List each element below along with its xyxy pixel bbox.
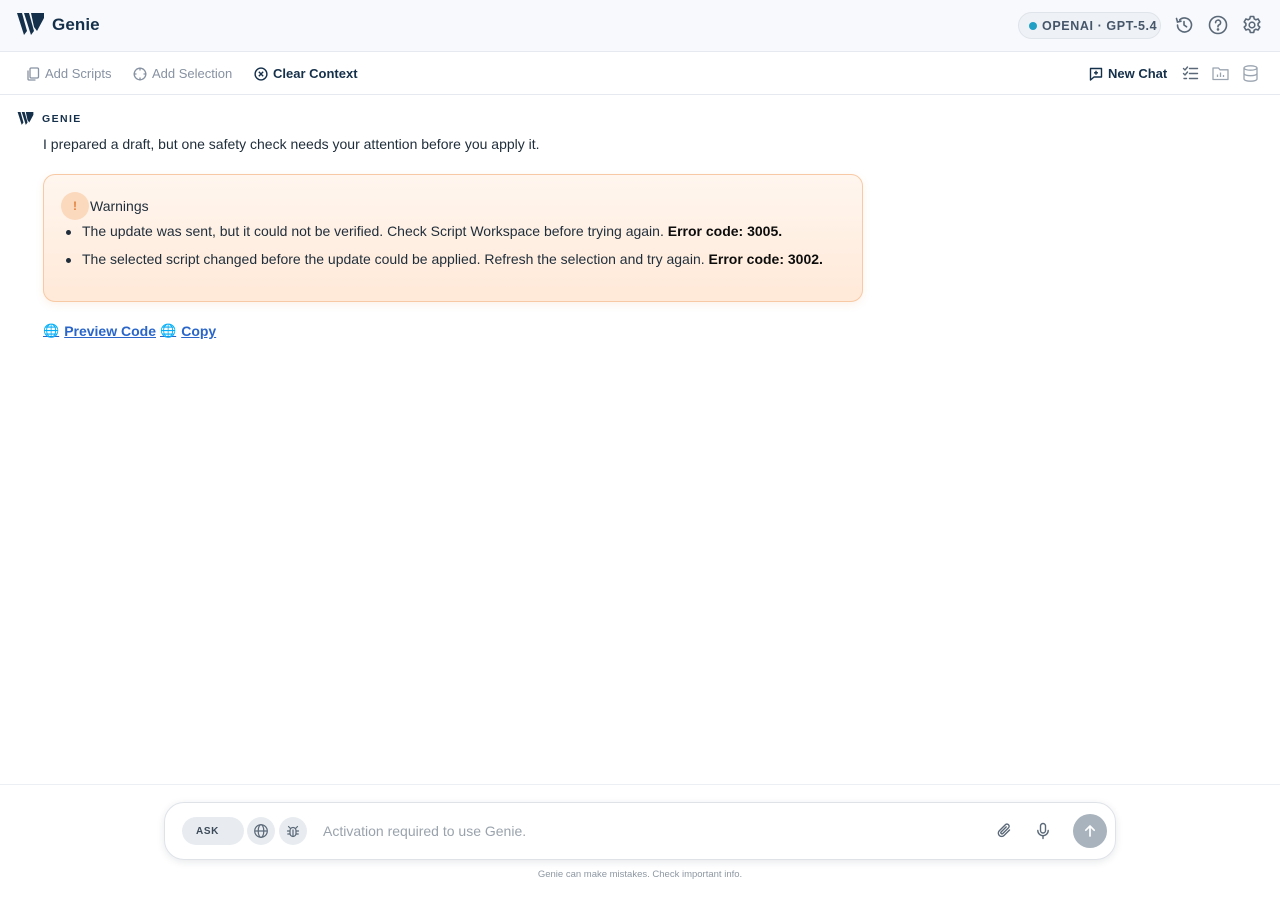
warning-item: The update was sent, but it could not be… <box>65 223 783 239</box>
model-label: OPENAI · GPT-5.4 <box>1042 18 1158 33</box>
warning-error-code: Error code: 3005. <box>667 223 783 239</box>
mode-toggle[interactable]: ASK <box>182 817 244 845</box>
warning-icon: ! <box>61 192 89 220</box>
folder-chart-icon[interactable] <box>1211 64 1230 83</box>
copy-icon <box>27 66 40 81</box>
warning-text: The selected script changed before the u… <box>82 251 705 267</box>
globe-icon <box>254 824 268 838</box>
send-button[interactable] <box>1073 814 1107 848</box>
close-circle-icon <box>254 66 268 81</box>
checklist-icon[interactable] <box>1181 64 1200 83</box>
new-chat-label: New Chat <box>1108 66 1168 81</box>
preview-code-label: Preview Code <box>64 323 157 339</box>
clear-context-button[interactable]: Clear Context <box>254 52 358 95</box>
chat-composer: ASK <box>164 802 1116 860</box>
history-icon[interactable] <box>1173 14 1195 36</box>
context-toolbar: Add Scripts Add Selection Clear Context … <box>0 52 1280 95</box>
arrow-up-icon <box>1084 825 1096 837</box>
preview-code-link[interactable]: 🌐 Preview Code <box>43 323 156 339</box>
copy-link[interactable]: 🌐 Copy <box>160 323 216 339</box>
warning-error-code: Error code: 3002. <box>708 251 823 267</box>
add-selection-label: Add Selection <box>152 66 233 81</box>
warning-item: The selected script changed before the u… <box>66 251 823 267</box>
model-selector[interactable]: OPENAI · GPT-5.4 <box>1018 12 1161 39</box>
warnings-title: Warnings <box>90 198 149 214</box>
globe-icon: 🌐 <box>160 323 177 338</box>
message-header: GENIE <box>17 112 82 126</box>
help-icon[interactable] <box>1207 14 1229 36</box>
genie-app: Genie OPENAI · GPT-5.4 Add Scripts Add S… <box>0 0 1280 900</box>
warning-text: The update was sent, but it could not be… <box>82 223 664 239</box>
disclaimer: Genie can make mistakes. Check important… <box>537 869 743 880</box>
genie-logo-icon <box>17 13 44 35</box>
add-selection-button[interactable]: Add Selection <box>133 52 232 95</box>
bug-icon <box>286 825 300 838</box>
genie-avatar-icon <box>17 112 34 125</box>
settings-icon[interactable] <box>1241 14 1263 36</box>
message-author: GENIE <box>42 113 82 125</box>
globe-icon: 🌐 <box>43 323 60 338</box>
brand: Genie <box>17 13 100 37</box>
app-title: Genie <box>52 15 100 34</box>
crosshair-icon <box>133 67 147 80</box>
paperclip-icon[interactable] <box>995 821 1015 841</box>
new-chat-button[interactable]: New Chat <box>1089 52 1167 95</box>
model-status-dot <box>1029 21 1037 30</box>
app-header: Genie OPENAI · GPT-5.4 <box>0 0 1280 52</box>
copy-label: Copy <box>181 323 217 339</box>
web-search-toggle[interactable] <box>247 817 275 845</box>
footer-divider <box>0 784 1280 785</box>
clear-context-label: Clear Context <box>273 66 358 81</box>
chat-plus-icon <box>1089 67 1103 81</box>
add-scripts-button[interactable]: Add Scripts <box>26 52 111 95</box>
microphone-icon[interactable] <box>1033 821 1053 841</box>
message-input[interactable] <box>323 817 963 845</box>
assistant-message: I prepared a draft, but one safety check… <box>43 136 540 152</box>
warnings-header: ! Warnings <box>61 192 149 220</box>
add-scripts-label: Add Scripts <box>45 66 112 81</box>
debug-toggle[interactable] <box>279 817 307 845</box>
database-icon[interactable] <box>1241 64 1260 83</box>
warnings-panel: ! Warnings The update was sent, but it c… <box>43 174 863 302</box>
message-actions: 🌐 Preview Code 🌐 Copy <box>43 323 216 339</box>
